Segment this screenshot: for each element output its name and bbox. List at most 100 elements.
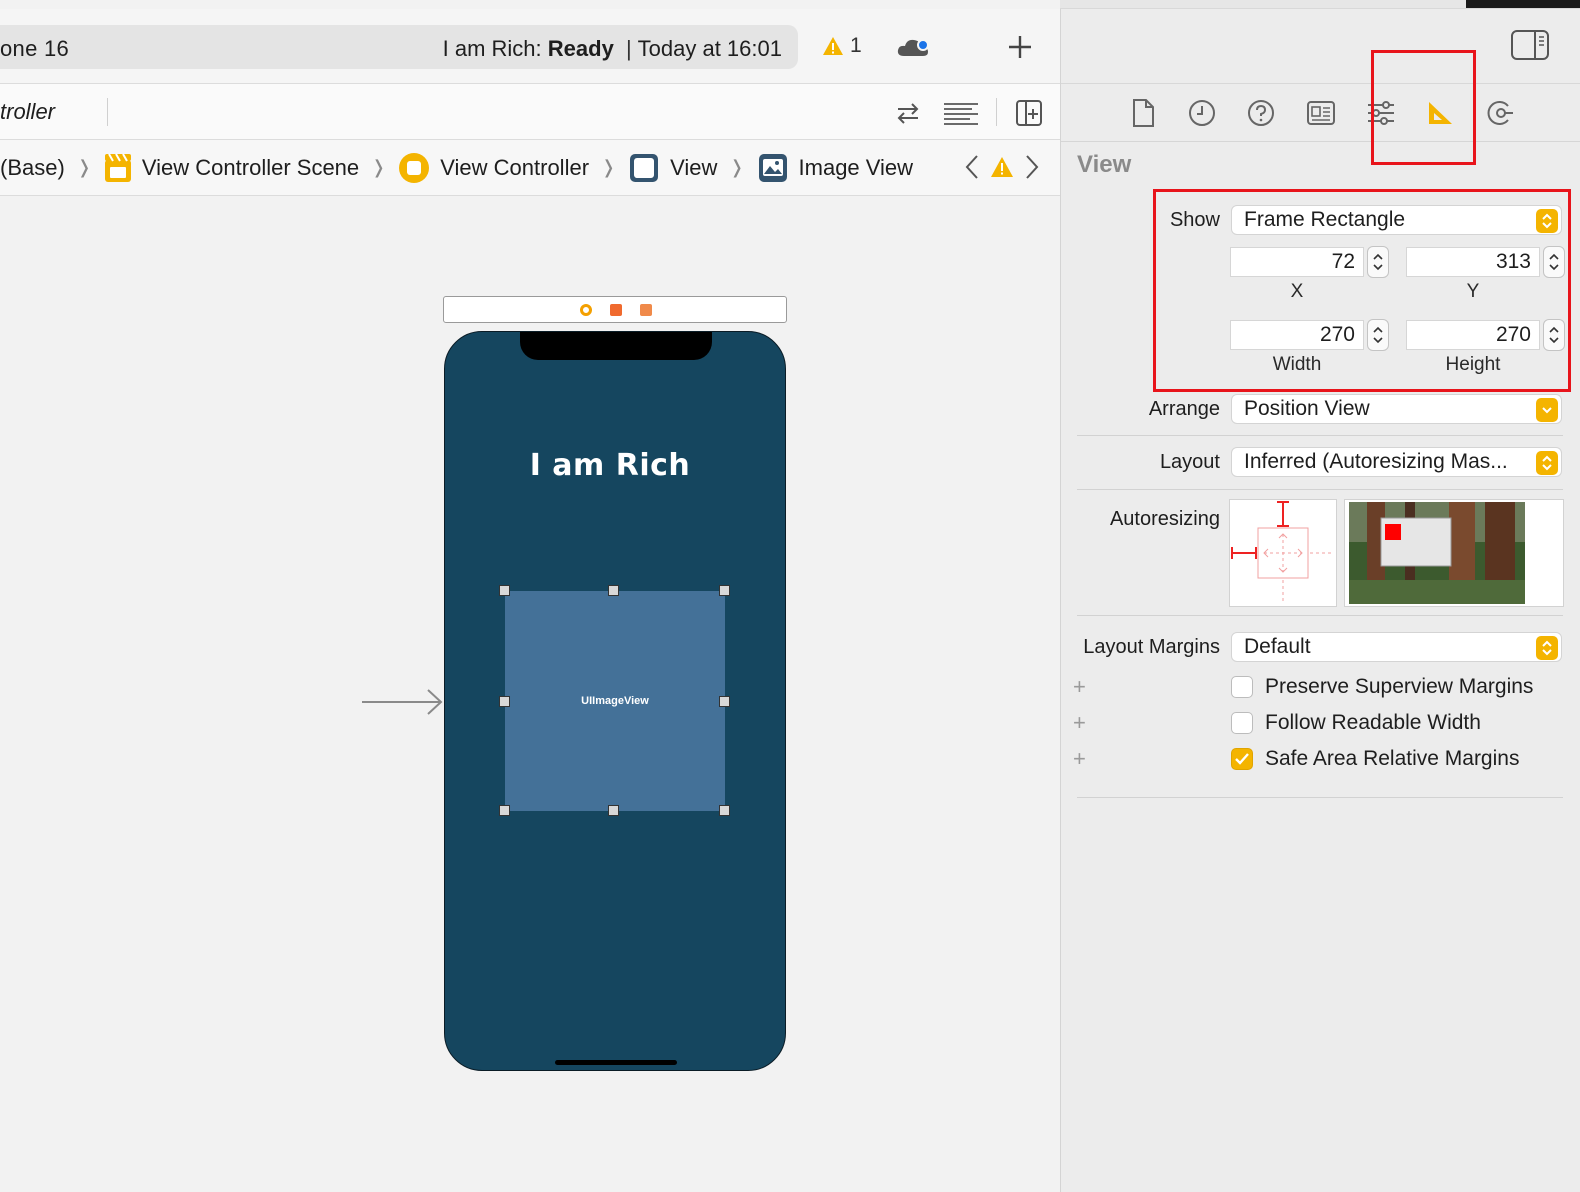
resize-handle[interactable] (608, 585, 619, 596)
status-separator: | (625, 36, 632, 61)
add-variation-icon[interactable]: + (1073, 746, 1086, 772)
cloud-icon[interactable] (896, 36, 932, 60)
chevron-left-icon[interactable] (964, 154, 980, 180)
resize-handle[interactable] (719, 805, 730, 816)
follow-readable-width-checkbox[interactable]: Follow Readable Width (1231, 711, 1481, 735)
resize-handle[interactable] (499, 805, 510, 816)
add-variation-icon[interactable]: + (1073, 710, 1086, 736)
breadcrumb-label: View (670, 154, 718, 180)
status-time: Today at 16:01 (637, 36, 782, 61)
breadcrumb-label: (Base) (0, 154, 65, 180)
width-field[interactable]: 270 (1230, 320, 1364, 350)
tab-history[interactable] (1185, 96, 1219, 130)
width-stepper[interactable] (1367, 319, 1389, 351)
warning-icon (823, 37, 843, 55)
warning-icon[interactable] (990, 156, 1014, 178)
arrange-popup[interactable]: Position View (1231, 394, 1562, 424)
checkbox-checked[interactable] (1231, 748, 1253, 770)
resize-handle[interactable] (719, 585, 730, 596)
layout-margins-popup[interactable]: Default (1231, 632, 1562, 662)
divider (1077, 435, 1563, 436)
chevron-right-icon: ❭ (601, 157, 617, 177)
view-controller-icon (399, 152, 430, 183)
chevron-right-icon: ❭ (371, 157, 387, 177)
size-tab-highlight (1371, 50, 1476, 165)
chevron-right-icon: ❭ (729, 157, 745, 177)
layout-margins-popup-value: Default (1244, 635, 1311, 658)
storyboard-icon (104, 153, 131, 182)
breadcrumb-item-view[interactable]: View (628, 152, 717, 184)
y-field[interactable]: 313 (1406, 247, 1540, 277)
scheme-destination[interactable]: one 16 (0, 36, 69, 62)
tab-connections[interactable] (1483, 96, 1517, 130)
connections-icon (1487, 101, 1513, 125)
chevron-right-icon: ❭ (76, 157, 92, 177)
divider (996, 98, 997, 126)
breadcrumb-item-image-view[interactable]: Image View (757, 152, 914, 184)
sidebar-icon[interactable] (1511, 29, 1549, 61)
tab-help[interactable] (1244, 96, 1278, 130)
image-view-icon (758, 153, 787, 182)
height-field[interactable]: 270 (1406, 320, 1540, 350)
width-caption: Width (1272, 354, 1322, 375)
breadcrumb-item-view-controller[interactable]: View Controller (398, 152, 589, 184)
editor-jumpbar: troller (0, 84, 1060, 140)
image-view[interactable]: UIImageView (505, 591, 725, 811)
breadcrumb-item-base[interactable]: (Base) (0, 155, 65, 181)
autoresizing-label: Autoresizing (1109, 508, 1220, 530)
resize-handle[interactable] (499, 696, 510, 707)
view-icon (630, 153, 659, 182)
warning-count: 1 (850, 34, 862, 57)
tab-identity[interactable] (1304, 96, 1338, 130)
first-responder-dock-icon[interactable] (610, 304, 622, 316)
preserve-superview-margins-checkbox[interactable]: Preserve Superview Margins (1231, 675, 1533, 699)
exit-dock-icon[interactable] (640, 304, 652, 316)
y-stepper[interactable] (1543, 246, 1565, 278)
swap-icon[interactable] (893, 98, 923, 128)
add-editor-icon[interactable] (1014, 98, 1044, 128)
resize-handle[interactable] (719, 696, 730, 707)
height-stepper[interactable] (1543, 319, 1565, 351)
inspector-header (1061, 9, 1580, 84)
breadcrumb-label: View Controller (440, 154, 590, 180)
show-popup-value: Frame Rectangle (1244, 208, 1406, 231)
autoresizing-mask-control[interactable] (1229, 499, 1337, 607)
layout-popup-value: Inferred (Autoresizing Mas... (1244, 450, 1508, 473)
window-top-strip-dark (1466, 0, 1580, 8)
warning-indicator[interactable]: 1 (822, 34, 862, 58)
chevron-down-icon (1536, 398, 1558, 422)
show-popup[interactable]: Frame Rectangle (1231, 205, 1562, 235)
issue-navigator (964, 154, 1040, 180)
checkbox[interactable] (1231, 676, 1253, 698)
checkbox[interactable] (1231, 712, 1253, 734)
x-field[interactable]: 72 (1230, 247, 1364, 277)
file-name[interactable]: troller (0, 99, 55, 125)
height-caption: Height (1445, 354, 1501, 375)
app-title-label[interactable]: I am Rich (445, 448, 775, 483)
phone-notch (520, 332, 712, 360)
breadcrumb-label: Image View (798, 154, 914, 180)
chevron-right-icon[interactable] (1024, 154, 1040, 180)
x-stepper[interactable] (1367, 246, 1389, 278)
add-icon[interactable] (1004, 31, 1036, 63)
safe-area-relative-margins-checkbox[interactable]: Safe Area Relative Margins (1231, 747, 1519, 771)
show-label: Show (1169, 209, 1220, 231)
breadcrumb-item-scene[interactable]: View Controller Scene (104, 153, 359, 183)
resize-handle[interactable] (608, 805, 619, 816)
image-view-label: UIImageView (581, 695, 649, 707)
divider (1077, 615, 1563, 616)
view-controller-dock-icon[interactable] (580, 304, 592, 316)
divider (1077, 797, 1563, 798)
divider (1077, 489, 1563, 490)
checkbox-label: Safe Area Relative Margins (1265, 747, 1520, 770)
lines-icon[interactable] (942, 98, 980, 128)
add-variation-icon[interactable]: + (1073, 674, 1086, 700)
identity-icon (1307, 101, 1335, 125)
activity-pill[interactable]: one 16 I am Rich: Ready | Today at 16:01 (0, 25, 798, 69)
resize-handle[interactable] (499, 585, 510, 596)
tab-file[interactable] (1126, 96, 1160, 130)
layout-label: Layout (1159, 451, 1220, 473)
breadcrumb-label: View Controller Scene (141, 154, 360, 180)
entry-point-arrow[interactable] (362, 686, 444, 718)
layout-popup[interactable]: Inferred (Autoresizing Mas... (1231, 447, 1562, 477)
